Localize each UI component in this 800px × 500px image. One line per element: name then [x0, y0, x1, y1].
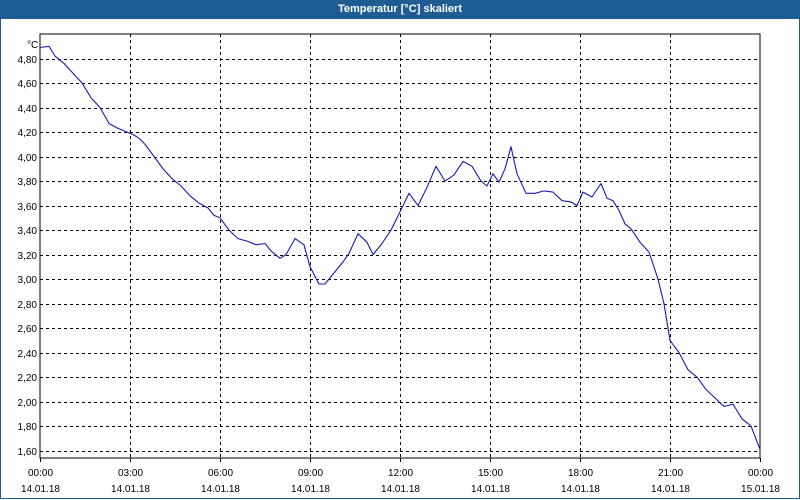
- x-tick-time: 09:00: [298, 468, 323, 479]
- y-tick-label: 4,80: [18, 55, 38, 66]
- x-tick-date: 14.01.18: [21, 484, 60, 495]
- x-tick-date: 14.01.18: [471, 484, 510, 495]
- x-tick-time: 00:00: [28, 468, 53, 479]
- x-tick-time: 15:00: [478, 468, 503, 479]
- x-tick-time: 00:00: [748, 468, 773, 479]
- x-tick-time: 12:00: [388, 468, 413, 479]
- y-tick-label: 2,40: [18, 349, 38, 360]
- y-tick-label: 2,20: [18, 373, 38, 384]
- x-tick-date: 14.01.18: [651, 484, 690, 495]
- x-tick-date: 14.01.18: [201, 484, 240, 495]
- y-tick-label: 2,00: [18, 398, 38, 409]
- y-tick-label: 3,00: [18, 275, 38, 286]
- y-tick-label: 3,20: [18, 251, 38, 262]
- y-tick-label: 2,60: [18, 324, 38, 335]
- y-unit-label: °C: [27, 40, 38, 51]
- x-tick-date: 14.01.18: [561, 484, 600, 495]
- x-tick-time: 03:00: [118, 468, 143, 479]
- x-tick-date: 15.01.18: [741, 484, 780, 495]
- y-tick-label: 4,60: [18, 79, 38, 90]
- temperature-chart: 4,80 4,60 4,40 4,20 4,00 3,80 3,60 3,40 3,20 3,00…: [18, 33, 780, 495]
- y-tick-label: 1,80: [18, 422, 38, 433]
- y-tick-label: 3,60: [18, 202, 38, 213]
- y-tick-label: 3,40: [18, 226, 38, 237]
- y-tick-label: 2,80: [18, 300, 38, 311]
- y-tick-label: 3,80: [18, 177, 38, 188]
- x-tick-time: 21:00: [658, 468, 683, 479]
- x-tick-date: 14.01.18: [111, 484, 150, 495]
- y-tick-label: 4,00: [18, 153, 38, 164]
- x-tick-time: 18:00: [568, 468, 593, 479]
- y-tick-label: 4,20: [18, 128, 38, 139]
- y-tick-label: 4,40: [18, 104, 38, 115]
- x-tick-date: 14.01.18: [381, 484, 420, 495]
- x-tick-time: 06:00: [208, 468, 233, 479]
- x-tick-date: 14.01.18: [291, 484, 330, 495]
- y-tick-label: 1,60: [18, 447, 38, 458]
